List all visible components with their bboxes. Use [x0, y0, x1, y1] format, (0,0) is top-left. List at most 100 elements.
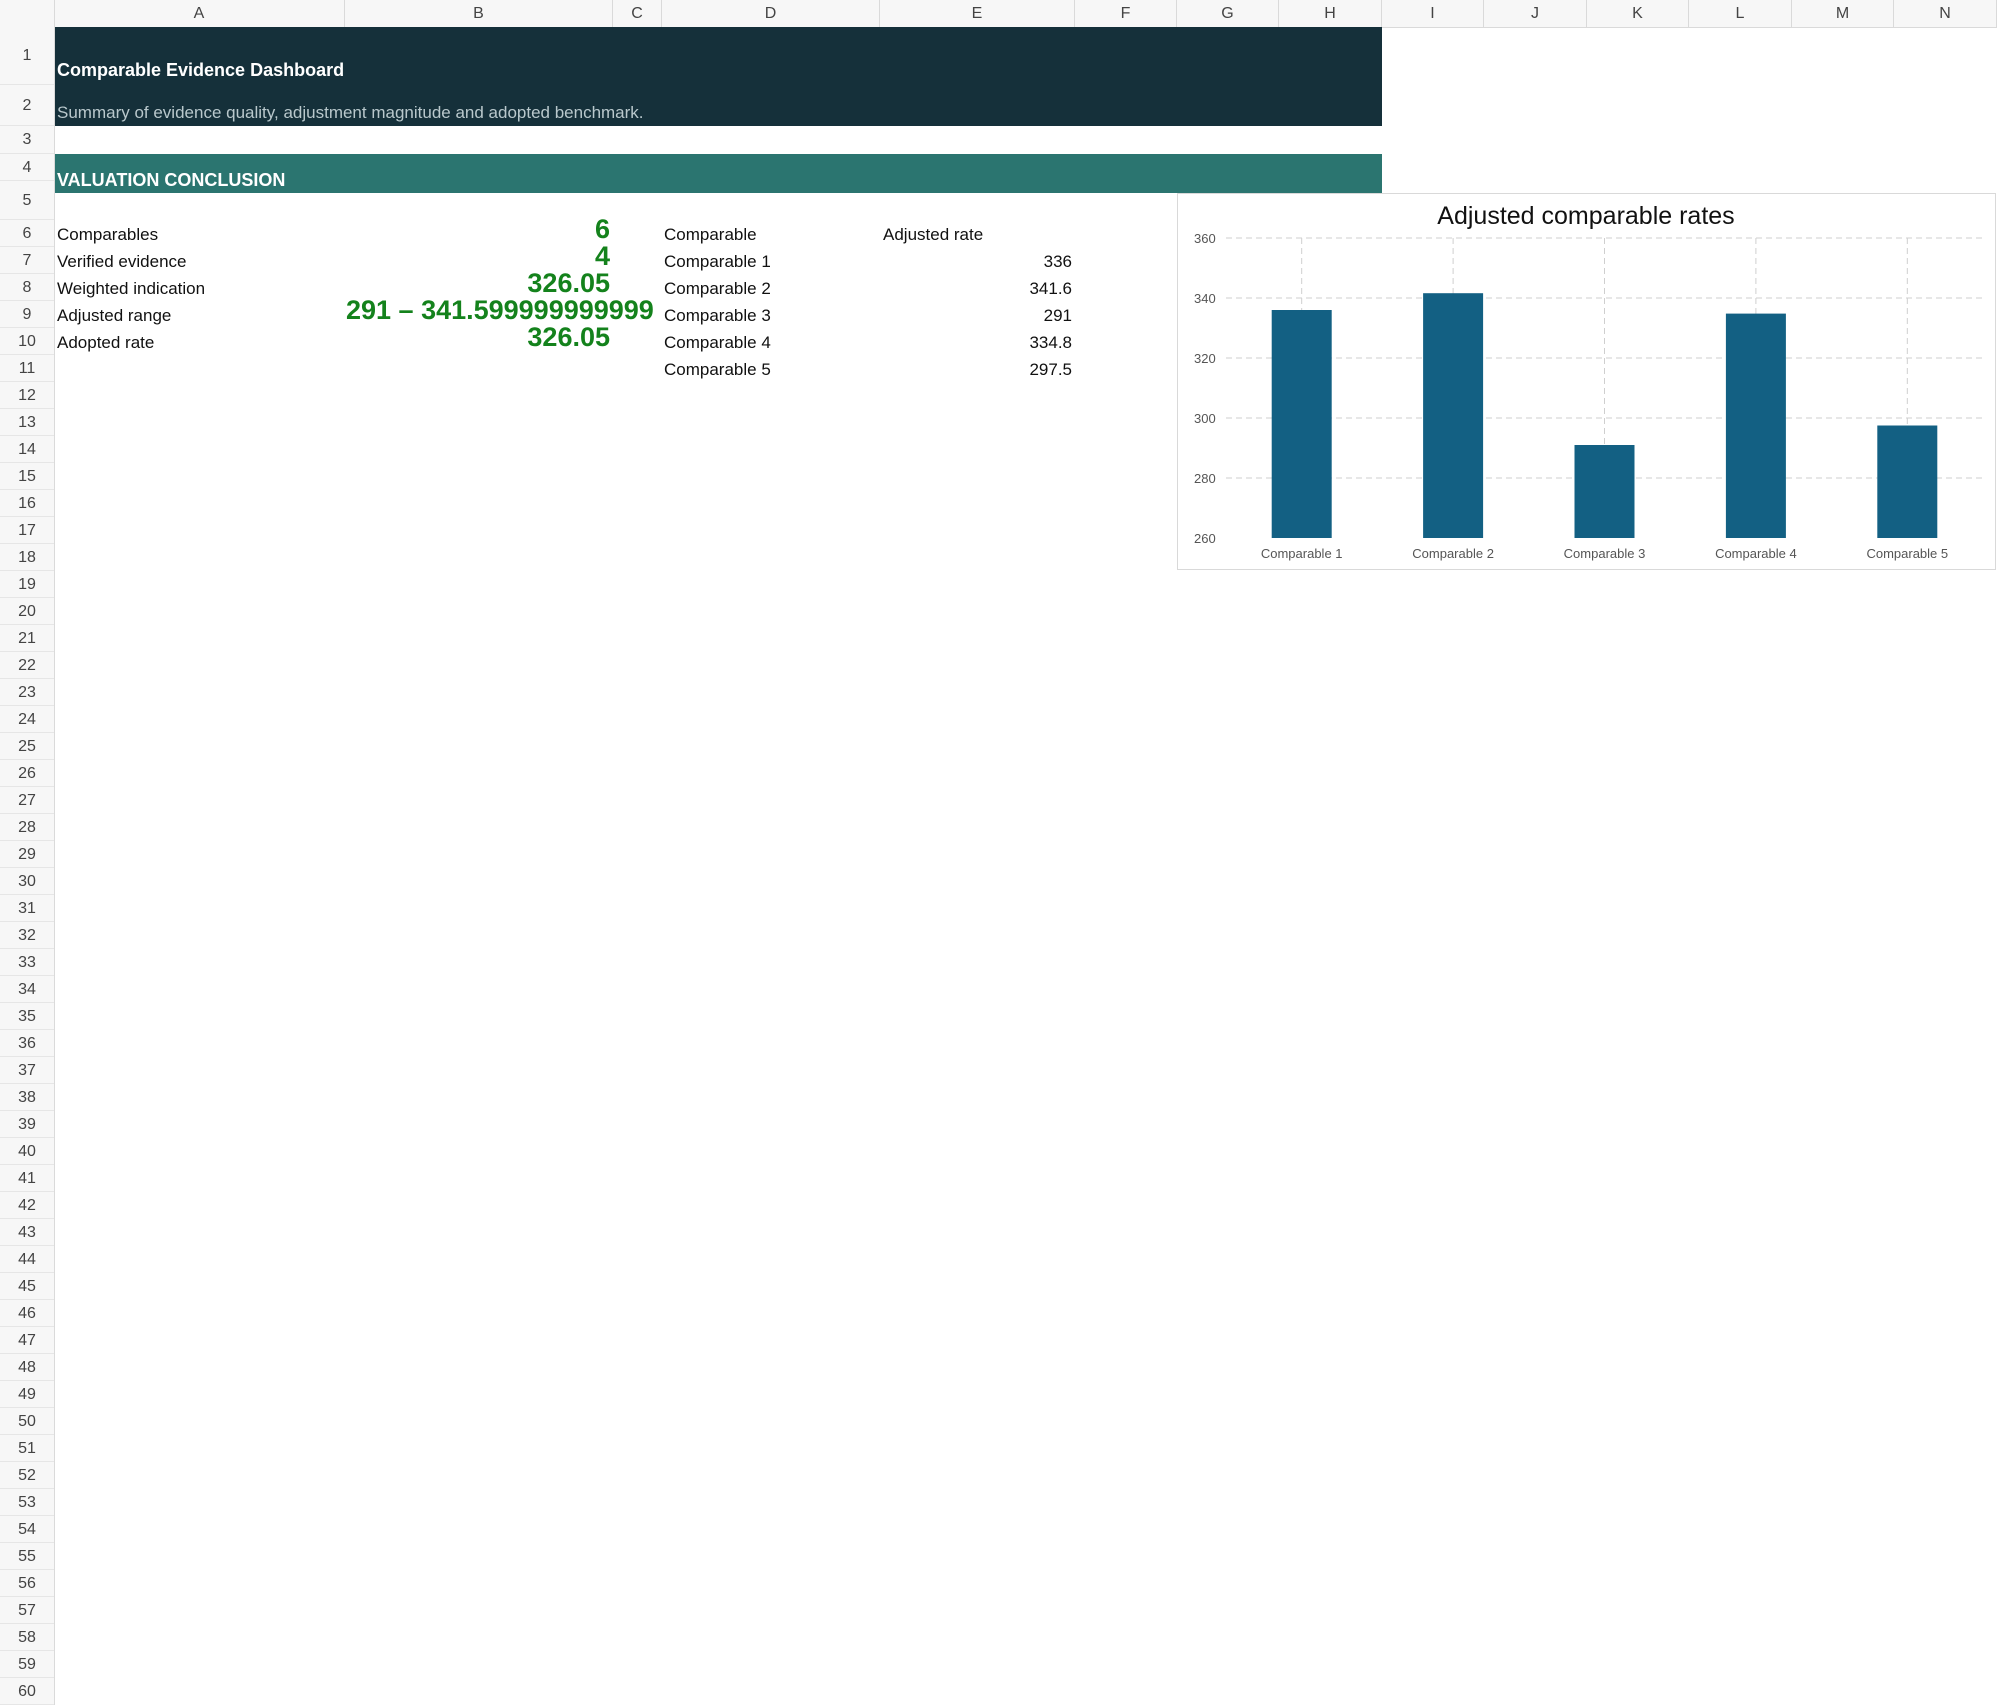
- column-header-h[interactable]: H: [1279, 0, 1382, 27]
- row-header-5[interactable]: 5: [0, 181, 54, 220]
- row-header-37[interactable]: 37: [0, 1057, 54, 1084]
- row-header-2[interactable]: 2: [0, 85, 54, 126]
- column-header-n[interactable]: N: [1894, 0, 1997, 27]
- table-cell-name[interactable]: Comparable 3: [664, 306, 771, 326]
- row-header-41[interactable]: 41: [0, 1165, 54, 1192]
- chart-bar[interactable]: [1574, 445, 1635, 538]
- column-header-d[interactable]: D: [662, 0, 880, 27]
- column-header-k[interactable]: K: [1587, 0, 1689, 27]
- table-cell-rate[interactable]: 291: [1044, 306, 1072, 326]
- kpi-value-range[interactable]: 291 – 341.599999999999: [346, 295, 662, 326]
- table-cell-name[interactable]: Comparable 5: [664, 360, 771, 380]
- row-header-53[interactable]: 53: [0, 1489, 54, 1516]
- row-header-24[interactable]: 24: [0, 706, 54, 733]
- kpi-label-adopted[interactable]: Adopted rate: [57, 333, 154, 353]
- row-header-20[interactable]: 20: [0, 598, 54, 625]
- row-header-45[interactable]: 45: [0, 1273, 54, 1300]
- row-header-18[interactable]: 18: [0, 544, 54, 571]
- row-header-47[interactable]: 47: [0, 1327, 54, 1354]
- row-header-10[interactable]: 10: [0, 328, 54, 355]
- row-header-31[interactable]: 31: [0, 895, 54, 922]
- row-header-28[interactable]: 28: [0, 814, 54, 841]
- row-header-30[interactable]: 30: [0, 868, 54, 895]
- row-header-38[interactable]: 38: [0, 1084, 54, 1111]
- row-header-33[interactable]: 33: [0, 949, 54, 976]
- row-header-48[interactable]: 48: [0, 1354, 54, 1381]
- row-header-46[interactable]: 46: [0, 1300, 54, 1327]
- table-cell-rate[interactable]: 297.5: [1029, 360, 1072, 380]
- column-header-j[interactable]: J: [1484, 0, 1587, 27]
- table-header-rate[interactable]: Adjusted rate: [883, 225, 983, 245]
- row-header-4[interactable]: 4: [0, 154, 54, 181]
- row-header-23[interactable]: 23: [0, 679, 54, 706]
- kpi-label-weighted[interactable]: Weighted indication: [57, 279, 205, 299]
- row-header-43[interactable]: 43: [0, 1219, 54, 1246]
- column-header-b[interactable]: B: [345, 0, 613, 27]
- table-cell-rate[interactable]: 334.8: [1029, 333, 1072, 353]
- row-header-15[interactable]: 15: [0, 463, 54, 490]
- row-header-32[interactable]: 32: [0, 922, 54, 949]
- chart-bar[interactable]: [1423, 293, 1484, 538]
- row-header-1[interactable]: 1: [0, 27, 54, 85]
- row-header-56[interactable]: 56: [0, 1570, 54, 1597]
- row-header-44[interactable]: 44: [0, 1246, 54, 1273]
- row-header-36[interactable]: 36: [0, 1030, 54, 1057]
- select-all-corner[interactable]: [0, 0, 55, 27]
- row-header-51[interactable]: 51: [0, 1435, 54, 1462]
- column-header-l[interactable]: L: [1689, 0, 1792, 27]
- row-header-11[interactable]: 11: [0, 355, 54, 382]
- column-header-f[interactable]: F: [1075, 0, 1177, 27]
- row-header-17[interactable]: 17: [0, 517, 54, 544]
- row-header-14[interactable]: 14: [0, 436, 54, 463]
- row-header-26[interactable]: 26: [0, 760, 54, 787]
- column-header-m[interactable]: M: [1792, 0, 1894, 27]
- row-header-34[interactable]: 34: [0, 976, 54, 1003]
- column-header-g[interactable]: G: [1177, 0, 1279, 27]
- row-header-59[interactable]: 59: [0, 1651, 54, 1678]
- bar-chart[interactable]: Adjusted comparable rates 360 340 320 300 28…: [1177, 193, 1996, 570]
- row-header-29[interactable]: 29: [0, 841, 54, 868]
- chart-bar[interactable]: [1877, 425, 1938, 539]
- table-cell-name[interactable]: Comparable 4: [664, 333, 771, 353]
- spreadsheet[interactable]: ABCDEFGHIJKLMN 1 2 3 4 5 6 7 8 9 10 11 12 13 14 15 16 17…: [0, 0, 1997, 1705]
- column-header-i[interactable]: I: [1382, 0, 1484, 27]
- row-header-42[interactable]: 42: [0, 1192, 54, 1219]
- table-cell-rate[interactable]: 341.6: [1029, 279, 1072, 299]
- chart-bar[interactable]: [1725, 313, 1786, 538]
- row-header-3[interactable]: 3: [0, 126, 54, 154]
- table-cell-rate[interactable]: 336: [1044, 252, 1072, 272]
- row-header-50[interactable]: 50: [0, 1408, 54, 1435]
- column-header-a[interactable]: A: [54, 0, 345, 27]
- row-header-60[interactable]: 60: [0, 1678, 54, 1705]
- row-header-21[interactable]: 21: [0, 625, 54, 652]
- row-header-9[interactable]: 9: [0, 301, 54, 328]
- row-header-13[interactable]: 13: [0, 409, 54, 436]
- kpi-label-range[interactable]: Adjusted range: [57, 306, 171, 326]
- row-header-49[interactable]: 49: [0, 1381, 54, 1408]
- row-header-35[interactable]: 35: [0, 1003, 54, 1030]
- row-header-22[interactable]: 22: [0, 652, 54, 679]
- kpi-label-comparables[interactable]: Comparables: [57, 225, 158, 245]
- row-header-40[interactable]: 40: [0, 1138, 54, 1165]
- row-header-25[interactable]: 25: [0, 733, 54, 760]
- row-header-8[interactable]: 8: [0, 274, 54, 301]
- row-header-7[interactable]: 7: [0, 247, 54, 274]
- row-header-12[interactable]: 12: [0, 382, 54, 409]
- kpi-label-verified[interactable]: Verified evidence: [57, 252, 186, 272]
- row-header-39[interactable]: 39: [0, 1111, 54, 1138]
- row-header-57[interactable]: 57: [0, 1597, 54, 1624]
- row-header-58[interactable]: 58: [0, 1624, 54, 1651]
- row-header-19[interactable]: 19: [0, 571, 54, 598]
- table-cell-name[interactable]: Comparable 1: [664, 252, 771, 272]
- row-header-6[interactable]: 6: [0, 220, 54, 247]
- chart-bar[interactable]: [1271, 310, 1332, 538]
- table-header-comparable[interactable]: Comparable: [664, 225, 757, 245]
- row-header-16[interactable]: 16: [0, 490, 54, 517]
- row-header-54[interactable]: 54: [0, 1516, 54, 1543]
- row-header-27[interactable]: 27: [0, 787, 54, 814]
- column-header-c[interactable]: C: [613, 0, 662, 27]
- kpi-value-adopted[interactable]: 326.05: [527, 322, 610, 353]
- row-header-52[interactable]: 52: [0, 1462, 54, 1489]
- row-header-55[interactable]: 55: [0, 1543, 54, 1570]
- column-header-e[interactable]: E: [880, 0, 1075, 27]
